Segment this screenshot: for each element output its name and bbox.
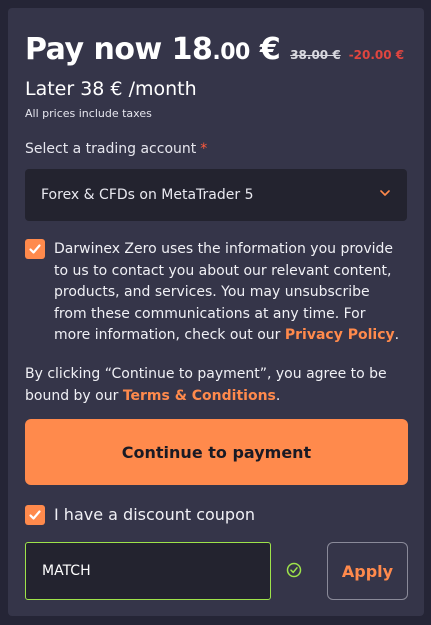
consent-checkbox[interactable] bbox=[25, 239, 45, 259]
required-mark: * bbox=[200, 141, 208, 157]
pay-now-label: Pay now bbox=[25, 32, 162, 67]
account-label-text: Select a trading account bbox=[25, 141, 197, 157]
checkout-card: Pay now 18.00 € 38.00 € -20.00 € Later 3… bbox=[8, 8, 424, 616]
terms-end: . bbox=[275, 387, 281, 404]
pay-now-currency: € bbox=[259, 32, 281, 67]
pay-now-amount: 18 bbox=[171, 32, 213, 67]
terms-text: By clicking “Continue to payment”, you a… bbox=[25, 364, 410, 407]
pay-now-price: Pay now 18.00 € bbox=[25, 32, 281, 67]
check-icon bbox=[29, 244, 41, 254]
privacy-policy-link[interactable]: Privacy Policy bbox=[285, 327, 395, 343]
coupon-checkbox[interactable] bbox=[25, 505, 45, 525]
consent-text: Darwinex Zero uses the information you p… bbox=[54, 239, 406, 347]
apply-coupon-button[interactable]: Apply bbox=[327, 542, 408, 600]
later-price: Later 38 € /month bbox=[25, 78, 197, 100]
check-icon bbox=[29, 510, 41, 520]
trading-account-select[interactable]: Forex & CFDs on MetaTrader 5 bbox=[25, 169, 407, 221]
account-label: Select a trading account * bbox=[25, 141, 207, 157]
coupon-input[interactable] bbox=[25, 542, 271, 600]
chevron-down-icon bbox=[380, 190, 390, 196]
check-circle-icon bbox=[286, 562, 302, 578]
consent-end: . bbox=[394, 327, 400, 343]
discount-amount: -20.00 € bbox=[348, 48, 405, 62]
terms-conditions-link[interactable]: Terms & Conditions bbox=[123, 388, 276, 404]
continue-to-payment-button[interactable]: Continue to payment bbox=[25, 419, 408, 485]
taxes-note: All prices include taxes bbox=[25, 107, 152, 120]
coupon-label: I have a discount coupon bbox=[54, 505, 256, 524]
trading-account-value: Forex & CFDs on MetaTrader 5 bbox=[41, 187, 254, 203]
pay-now-cents: .00 bbox=[212, 40, 250, 65]
old-price: 38.00 € bbox=[290, 48, 341, 62]
price-row: Pay now 18.00 € 38.00 € -20.00 € bbox=[25, 32, 404, 67]
